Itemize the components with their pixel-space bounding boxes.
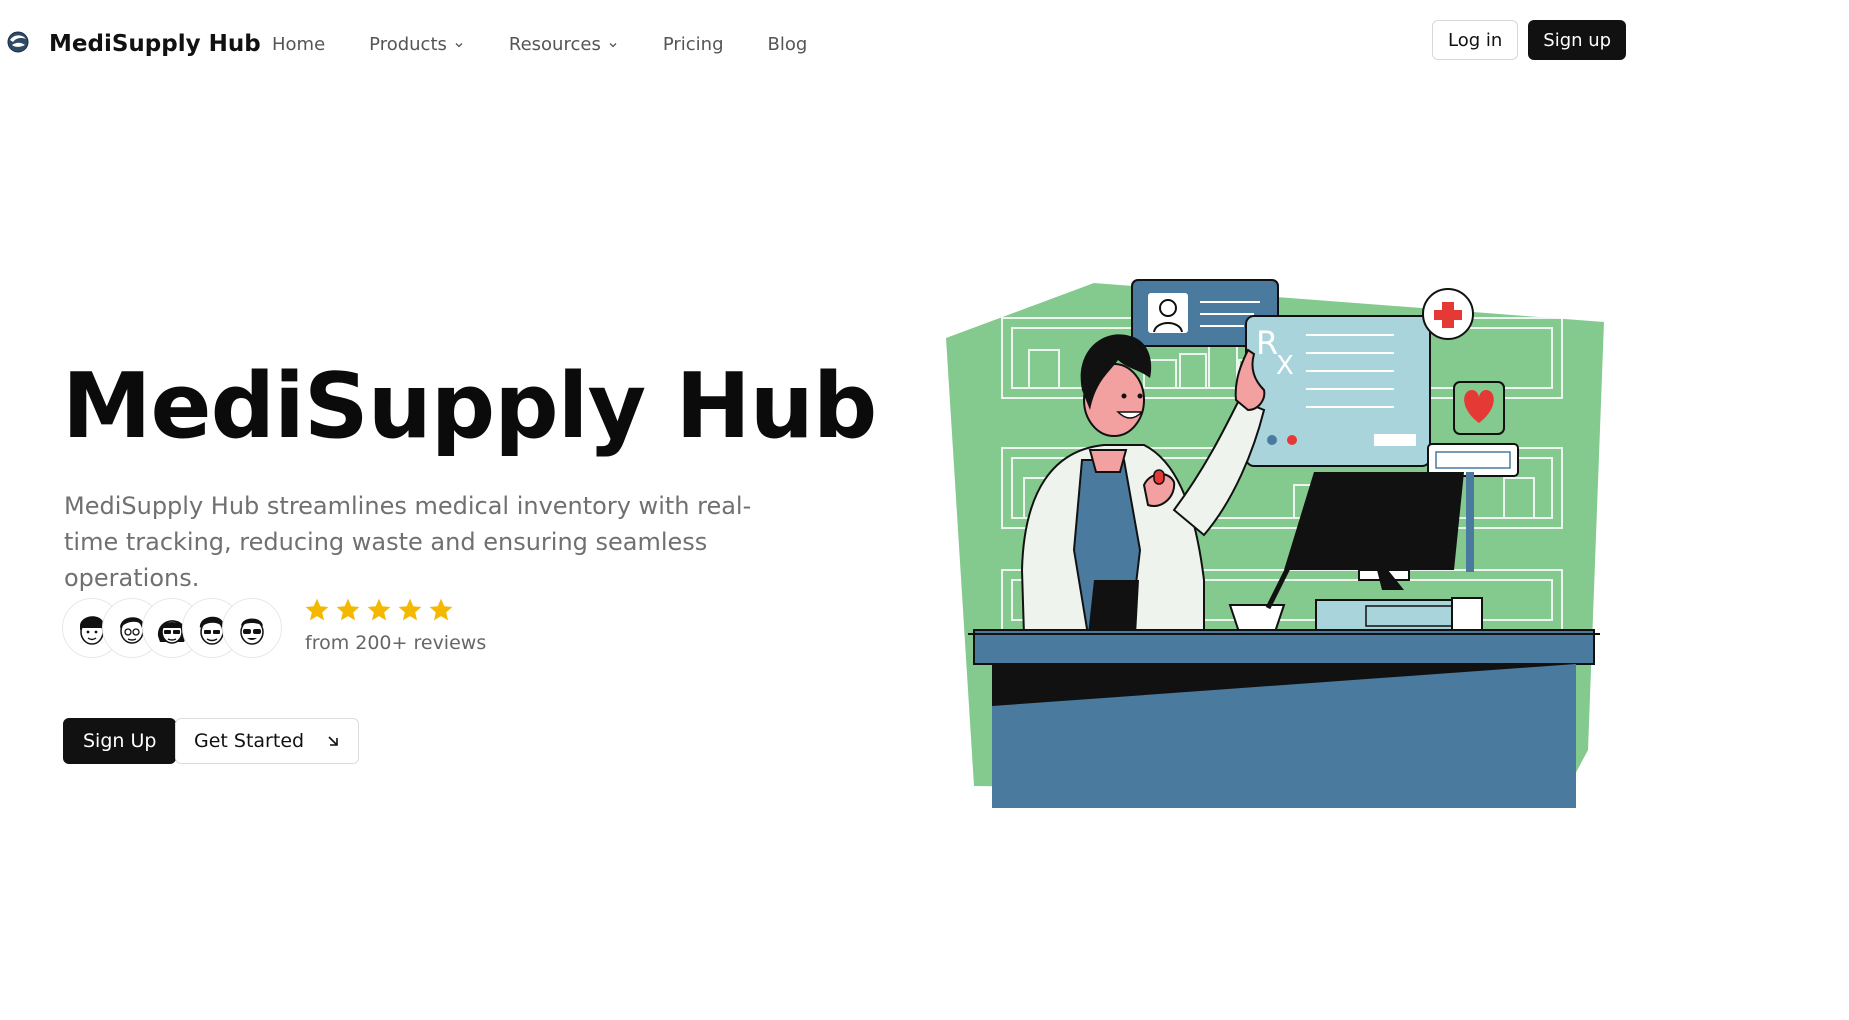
nav-link-label: Home bbox=[272, 34, 326, 55]
nav-link-resources[interactable]: Resources bbox=[509, 34, 619, 55]
person-face-icon bbox=[240, 618, 264, 645]
star-icon bbox=[429, 598, 453, 621]
nav-link-blog[interactable]: Blog bbox=[768, 34, 808, 55]
avatar bbox=[222, 598, 282, 658]
get-started-label: Get Started bbox=[194, 730, 305, 752]
get-started-button[interactable]: Get Started bbox=[175, 718, 360, 764]
logo[interactable] bbox=[6, 30, 30, 54]
reviewer-avatars bbox=[62, 598, 282, 658]
auth-buttons: Log in Sign up bbox=[1432, 20, 1627, 60]
signup-button-top[interactable]: Sign up bbox=[1528, 20, 1627, 60]
rx-letter-r: R bbox=[1256, 324, 1278, 362]
login-button[interactable]: Log in bbox=[1432, 20, 1519, 60]
hero-description: MediSupply Hub streamlines medical inven… bbox=[64, 492, 752, 592]
chevron-down-icon bbox=[609, 42, 617, 47]
signup-button[interactable]: Sign Up bbox=[63, 718, 177, 764]
globe-swirl-icon bbox=[7, 31, 29, 53]
reviews-count: from 200+ reviews bbox=[305, 632, 487, 654]
star-icon bbox=[305, 598, 329, 621]
nav-links: Home Products Resources Pricing Blog bbox=[272, 34, 851, 55]
hero-title: MediSupply Hub bbox=[62, 354, 877, 459]
rating-stars bbox=[304, 597, 454, 623]
chevron-down-icon bbox=[455, 42, 463, 47]
pharmacist-illustration: R X bbox=[904, 250, 1660, 846]
brand-name[interactable]: MediSupply Hub bbox=[49, 31, 261, 57]
nav-link-label: Pricing bbox=[662, 34, 724, 55]
nav-link-pricing[interactable]: Pricing bbox=[663, 34, 724, 55]
star-icon bbox=[336, 598, 360, 621]
pharmacist-scene-image: R X bbox=[946, 279, 1604, 808]
top-navigation: MediSupply Hub Home Products Resources P… bbox=[0, 0, 1849, 92]
nav-link-label: Blog bbox=[767, 34, 808, 55]
nav-link-label: Products bbox=[369, 34, 447, 55]
arrow-down-right-icon bbox=[328, 736, 338, 746]
star-icon bbox=[398, 598, 422, 621]
nav-link-products[interactable]: Products bbox=[369, 34, 465, 55]
star-icon bbox=[367, 598, 391, 621]
rx-letter-x: X bbox=[1276, 351, 1294, 381]
nav-link-label: Resources bbox=[508, 34, 601, 55]
nav-link-home[interactable]: Home bbox=[272, 34, 325, 55]
